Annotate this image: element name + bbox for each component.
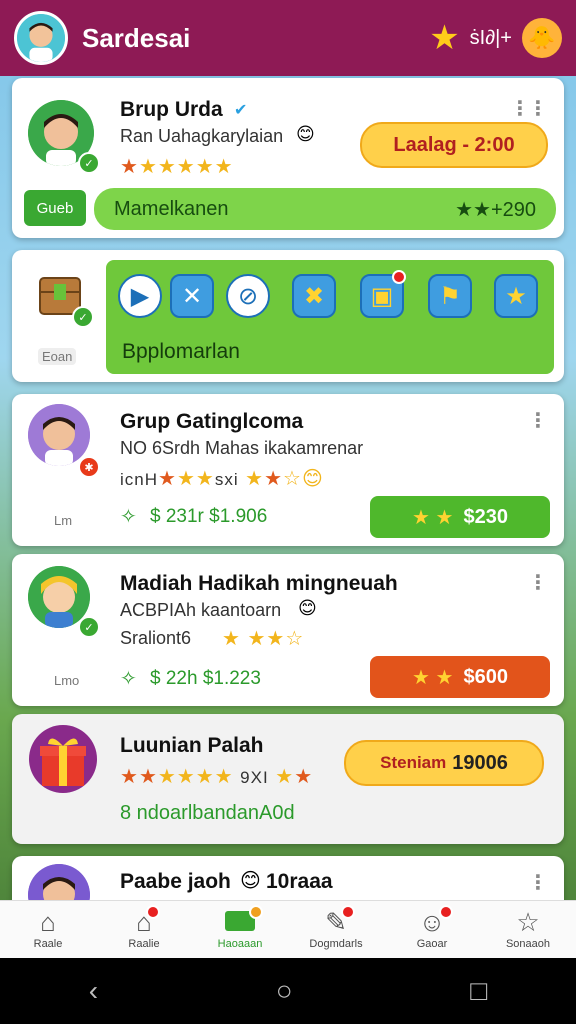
home-circle-icon[interactable]: ○: [276, 975, 293, 1007]
star-icon[interactable]: ★: [429, 21, 459, 55]
smile-icon: 😊: [298, 598, 317, 618]
gift-line: 8 ndoarlbandanA0d: [120, 802, 295, 824]
smile-icon: 😊: [296, 124, 315, 144]
app-title: Sardesai: [82, 22, 191, 53]
reward-value: $600: [463, 665, 508, 688]
verified-badge-icon: ✓: [78, 152, 100, 174]
nav-home[interactable]: ⌂ Raale: [0, 901, 96, 958]
group-tag[interactable]: Gueb: [24, 190, 86, 226]
bottom-nav: ⌂ Raale ⌂ Raalie Haoaaan ✎ Dogmdarls ☺ G…: [0, 900, 576, 958]
flag-icon[interactable]: ⚑: [428, 274, 472, 318]
timer-pill[interactable]: Laalag - 2:00: [360, 122, 548, 168]
chest-icon[interactable]: ▣: [360, 270, 406, 318]
nav-label: Gaoar: [416, 938, 448, 950]
profile-rating-icon: ★★★★★★: [120, 156, 234, 178]
nav-label: Haoaaan: [217, 938, 263, 950]
more-options-icon[interactable]: ⋮⋮: [510, 96, 548, 121]
crate-tag: Eoan: [38, 348, 77, 365]
member-rating-icon: ★ ★★☆: [222, 628, 305, 650]
rating-prefix: icnH: [120, 470, 159, 489]
member-name: Paabe jaoh: [120, 870, 231, 893]
nav-edit[interactable]: ✎ Dogmdarls: [288, 901, 384, 958]
list-item[interactable]: ✱ Lm Grup Gatinglcoma ⋮ NO 6Srdh Mahas i…: [12, 394, 564, 546]
home-icon: ⌂: [40, 907, 56, 937]
alert-badge-icon: ✱: [78, 456, 100, 478]
avatar-face-icon: [17, 14, 65, 62]
play-icon[interactable]: ▶: [118, 274, 162, 318]
house-icon: ⌂: [136, 905, 160, 935]
profile-name: Brup Urda: [120, 98, 223, 121]
gift-rating-mid: 9XI: [240, 768, 269, 787]
wrench-icon[interactable]: ✕: [170, 274, 214, 318]
gift-icon[interactable]: [28, 724, 98, 794]
edit-icon: ✎: [325, 905, 355, 935]
tool-panel-label: Bpplomarlan: [122, 340, 240, 363]
tool-panel: ▶ ✕ ⊘ ✖ ▣ ⚑ ★ Bpplomarlan: [106, 260, 554, 374]
mascot-icon[interactable]: 🐥: [522, 18, 562, 58]
gift-card[interactable]: Luunian Palah ★★★★★★ 9XI ★★ Steniam 1900…: [12, 714, 564, 844]
member-money: $ 231r $1.906: [150, 506, 268, 527]
nav-label: Sonaaoh: [505, 938, 551, 950]
rating-mid: sxi: [214, 470, 239, 489]
chat-icon: ☺: [419, 905, 454, 935]
check-badge-icon: ✓: [72, 306, 94, 328]
recents-icon[interactable]: □: [470, 975, 487, 1007]
member-name: Madiah Hadikah mingneuah: [120, 572, 398, 595]
member-tag: Lmo: [54, 673, 80, 688]
gift-pill[interactable]: Steniam 19006: [344, 740, 544, 786]
gift-title: Luunian Palah: [120, 734, 264, 757]
check-badge-icon: ✓: [78, 616, 100, 638]
top-header: Sardesai ★ ṡI∂|+ 🐥: [0, 0, 576, 76]
nav-star[interactable]: ☆ Sonaaoh: [480, 901, 576, 958]
back-icon[interactable]: ‹: [89, 975, 98, 1007]
diamond-icon: ✧: [120, 506, 137, 528]
member-name-suffix: 10raaa: [266, 870, 333, 893]
header-count: ṡI∂|+: [469, 26, 512, 49]
member-rating-icon: icnH★★★sxi ★★☆😊: [120, 468, 324, 490]
game-icon: [225, 905, 263, 935]
nav-chat[interactable]: ☺ Gaoar: [384, 901, 480, 958]
member-name: Grup Gatinglcoma: [120, 410, 304, 433]
tools-card: ✓ Eoan ▶ ✕ ⊘ ✖ ▣ ⚑ ★ Bpplomarlan: [12, 250, 564, 382]
smile-icon: 😊: [240, 870, 261, 892]
progress-label: Mamelkanen: [114, 197, 229, 220]
nav-label: Raalie: [128, 938, 160, 950]
diamond-icon: ✧: [120, 668, 137, 690]
member-line3: Sraliont6: [120, 628, 192, 648]
list-item[interactable]: ✓ Lmo Madiah Hadikah mingneuah ⋮ ACBPIAh…: [12, 554, 564, 706]
profile-subtitle: Ran Uahagkarylaian: [120, 126, 284, 146]
star-icon: ★ ★: [412, 506, 454, 529]
progress-bar[interactable]: Mamelkanen ★★+290: [94, 188, 556, 230]
verified-icon: ✔: [234, 102, 248, 119]
more-options-icon[interactable]: ⋮: [528, 408, 548, 433]
profile-card: ✓ Brup Urda ✔ ⋮⋮ Ran Uahagkarylaian 😊 ★★…: [12, 78, 564, 238]
nav-game[interactable]: Haoaaan: [192, 901, 288, 958]
member-avatar[interactable]: [28, 404, 90, 466]
reward-pill[interactable]: ★ ★ $600: [370, 656, 550, 698]
reward-pill[interactable]: ★ ★ $230: [370, 496, 550, 538]
star-tool-icon[interactable]: ★: [494, 274, 538, 318]
timer-text: Laalag - 2:00: [393, 133, 515, 156]
link-icon[interactable]: ⊘: [226, 274, 270, 318]
nav-house[interactable]: ⌂ Raalie: [96, 901, 192, 958]
system-nav-bar: ‹ ○ □: [0, 958, 576, 1024]
progress-value: ★★+290: [455, 198, 536, 221]
nav-label: Dogmdarls: [309, 938, 363, 950]
member-money: $ 22h $1.223: [150, 668, 261, 689]
bone-icon[interactable]: ✖: [292, 274, 336, 318]
member-tag: Lm: [54, 513, 73, 528]
member-subtitle: NO 6Srdh Mahas ikakamrenar: [120, 438, 364, 458]
gift-pill-label: Steniam: [380, 753, 447, 772]
more-options-icon[interactable]: ⋮: [528, 570, 548, 595]
gift-pill-value: 19006: [452, 751, 508, 774]
nav-label: Raale: [33, 938, 63, 950]
star-outline-icon: ☆: [516, 907, 540, 937]
more-options-icon[interactable]: ⋮: [528, 870, 548, 895]
person-face-icon: [28, 404, 90, 466]
user-avatar[interactable]: [14, 11, 68, 65]
star-icon: ★ ★: [412, 666, 454, 689]
reward-value: $230: [463, 505, 508, 528]
member-subtitle: ACBPIAh kaantoarn: [120, 600, 282, 620]
gift-rating-icon: ★★★★★★ 9XI ★★: [120, 766, 314, 788]
